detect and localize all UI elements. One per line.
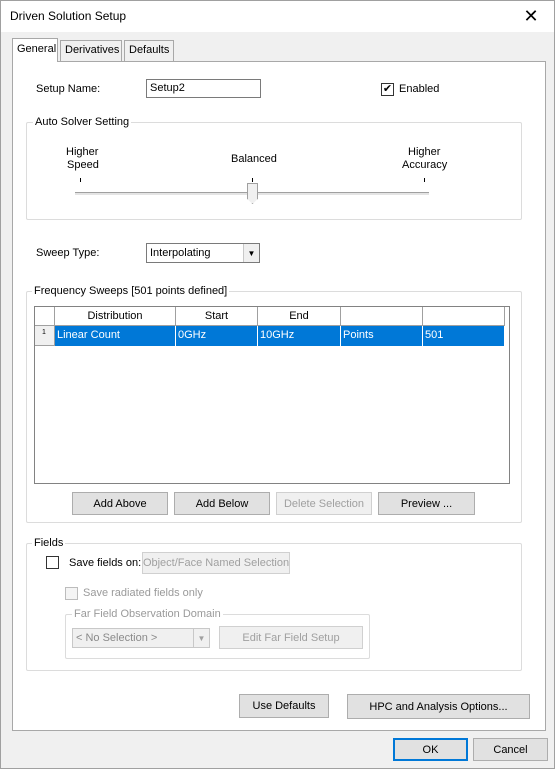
enabled-label: Enabled [399, 83, 440, 95]
cell-end[interactable]: 10GHz [258, 326, 341, 346]
cancel-button[interactable]: Cancel [473, 738, 548, 761]
named-selection-button[interactable]: Object/Face Named Selection [142, 552, 290, 574]
close-button[interactable]: ✕ [508, 1, 554, 32]
tab-derivatives[interactable]: Derivatives [60, 40, 122, 61]
cell-type[interactable]: Points [341, 326, 423, 346]
tab-label: Derivatives [65, 44, 120, 56]
edit-far-field-button[interactable]: Edit Far Field Setup [219, 626, 363, 649]
grid-corner-header [35, 307, 55, 326]
far-field-select[interactable]: < No Selection > ▼ [72, 628, 210, 648]
slider-tick [80, 178, 81, 182]
save-radiated-checkbox[interactable] [65, 587, 78, 600]
sweep-type-value: Interpolating [150, 247, 211, 259]
higher-accuracy-label-line2: Accuracy [402, 159, 448, 171]
higher-accuracy-label-line1: Higher [408, 146, 441, 158]
frequency-sweeps-title: Frequency Sweeps [501 points defined] [32, 285, 230, 297]
setup-name-input[interactable]: Setup2 [146, 79, 261, 98]
title-bar[interactable]: Driven Solution Setup ✕ [1, 1, 554, 32]
column-header-distribution[interactable]: Distribution [55, 307, 176, 326]
row-number: 1 [35, 326, 55, 346]
tab-defaults[interactable]: Defaults [124, 40, 174, 61]
far-field-title: Far Field Observation Domain [72, 608, 223, 620]
cell-start[interactable]: 0GHz [176, 326, 258, 346]
slider-tick [252, 178, 253, 182]
fields-title: Fields [32, 537, 66, 549]
tab-general[interactable]: General [12, 38, 58, 62]
higher-speed-label-line1: Higher [66, 146, 99, 158]
higher-speed-label-line2: Speed [67, 159, 99, 171]
column-header-end[interactable]: End [258, 307, 341, 326]
hpc-options-button[interactable]: HPC and Analysis Options... [347, 694, 530, 719]
column-header-4[interactable] [341, 307, 423, 326]
auto-solver-title: Auto Solver Setting [33, 116, 132, 128]
chevron-down-icon: ▼ [243, 244, 259, 262]
slider-tick [424, 178, 425, 182]
far-field-select-value: < No Selection > [76, 632, 158, 644]
column-header-5[interactable] [423, 307, 505, 326]
use-defaults-button[interactable]: Use Defaults [239, 694, 329, 718]
cell-distribution[interactable]: Linear Count [55, 326, 176, 346]
tab-label: General [17, 43, 57, 55]
save-fields-checkbox[interactable] [46, 556, 59, 569]
close-icon: ✕ [523, 6, 539, 26]
add-below-button[interactable]: Add Below [174, 492, 270, 515]
ok-button[interactable]: OK [393, 738, 468, 761]
table-row[interactable]: 1 Linear Count 0GHz 10GHz Points 501 [35, 326, 504, 346]
checkmark-icon: ✔ [382, 83, 393, 95]
enabled-checkbox[interactable]: ✔ [381, 83, 394, 96]
cell-value[interactable]: 501 [423, 326, 504, 346]
window-title: Driven Solution Setup [10, 9, 127, 23]
balanced-label: Balanced [231, 153, 277, 165]
setup-name-label: Setup Name: [36, 83, 101, 95]
preview-button[interactable]: Preview ... [378, 492, 475, 515]
tab-label: Defaults [129, 44, 170, 56]
sweeps-grid[interactable]: Distribution Start End 1 Linear Count 0G… [34, 306, 510, 484]
add-above-button[interactable]: Add Above [72, 492, 168, 515]
save-fields-label: Save fields on: [69, 557, 142, 569]
sweep-type-select[interactable]: Interpolating ▼ [146, 243, 260, 263]
auto-solver-group [26, 122, 522, 220]
dialog-window: Driven Solution Setup ✕ General Derivati… [0, 0, 555, 769]
sweep-type-label: Sweep Type: [36, 247, 100, 259]
save-radiated-label: Save radiated fields only [83, 587, 203, 599]
delete-selection-button[interactable]: Delete Selection [276, 492, 372, 515]
column-header-start[interactable]: Start [176, 307, 258, 326]
chevron-down-icon: ▼ [193, 629, 209, 647]
